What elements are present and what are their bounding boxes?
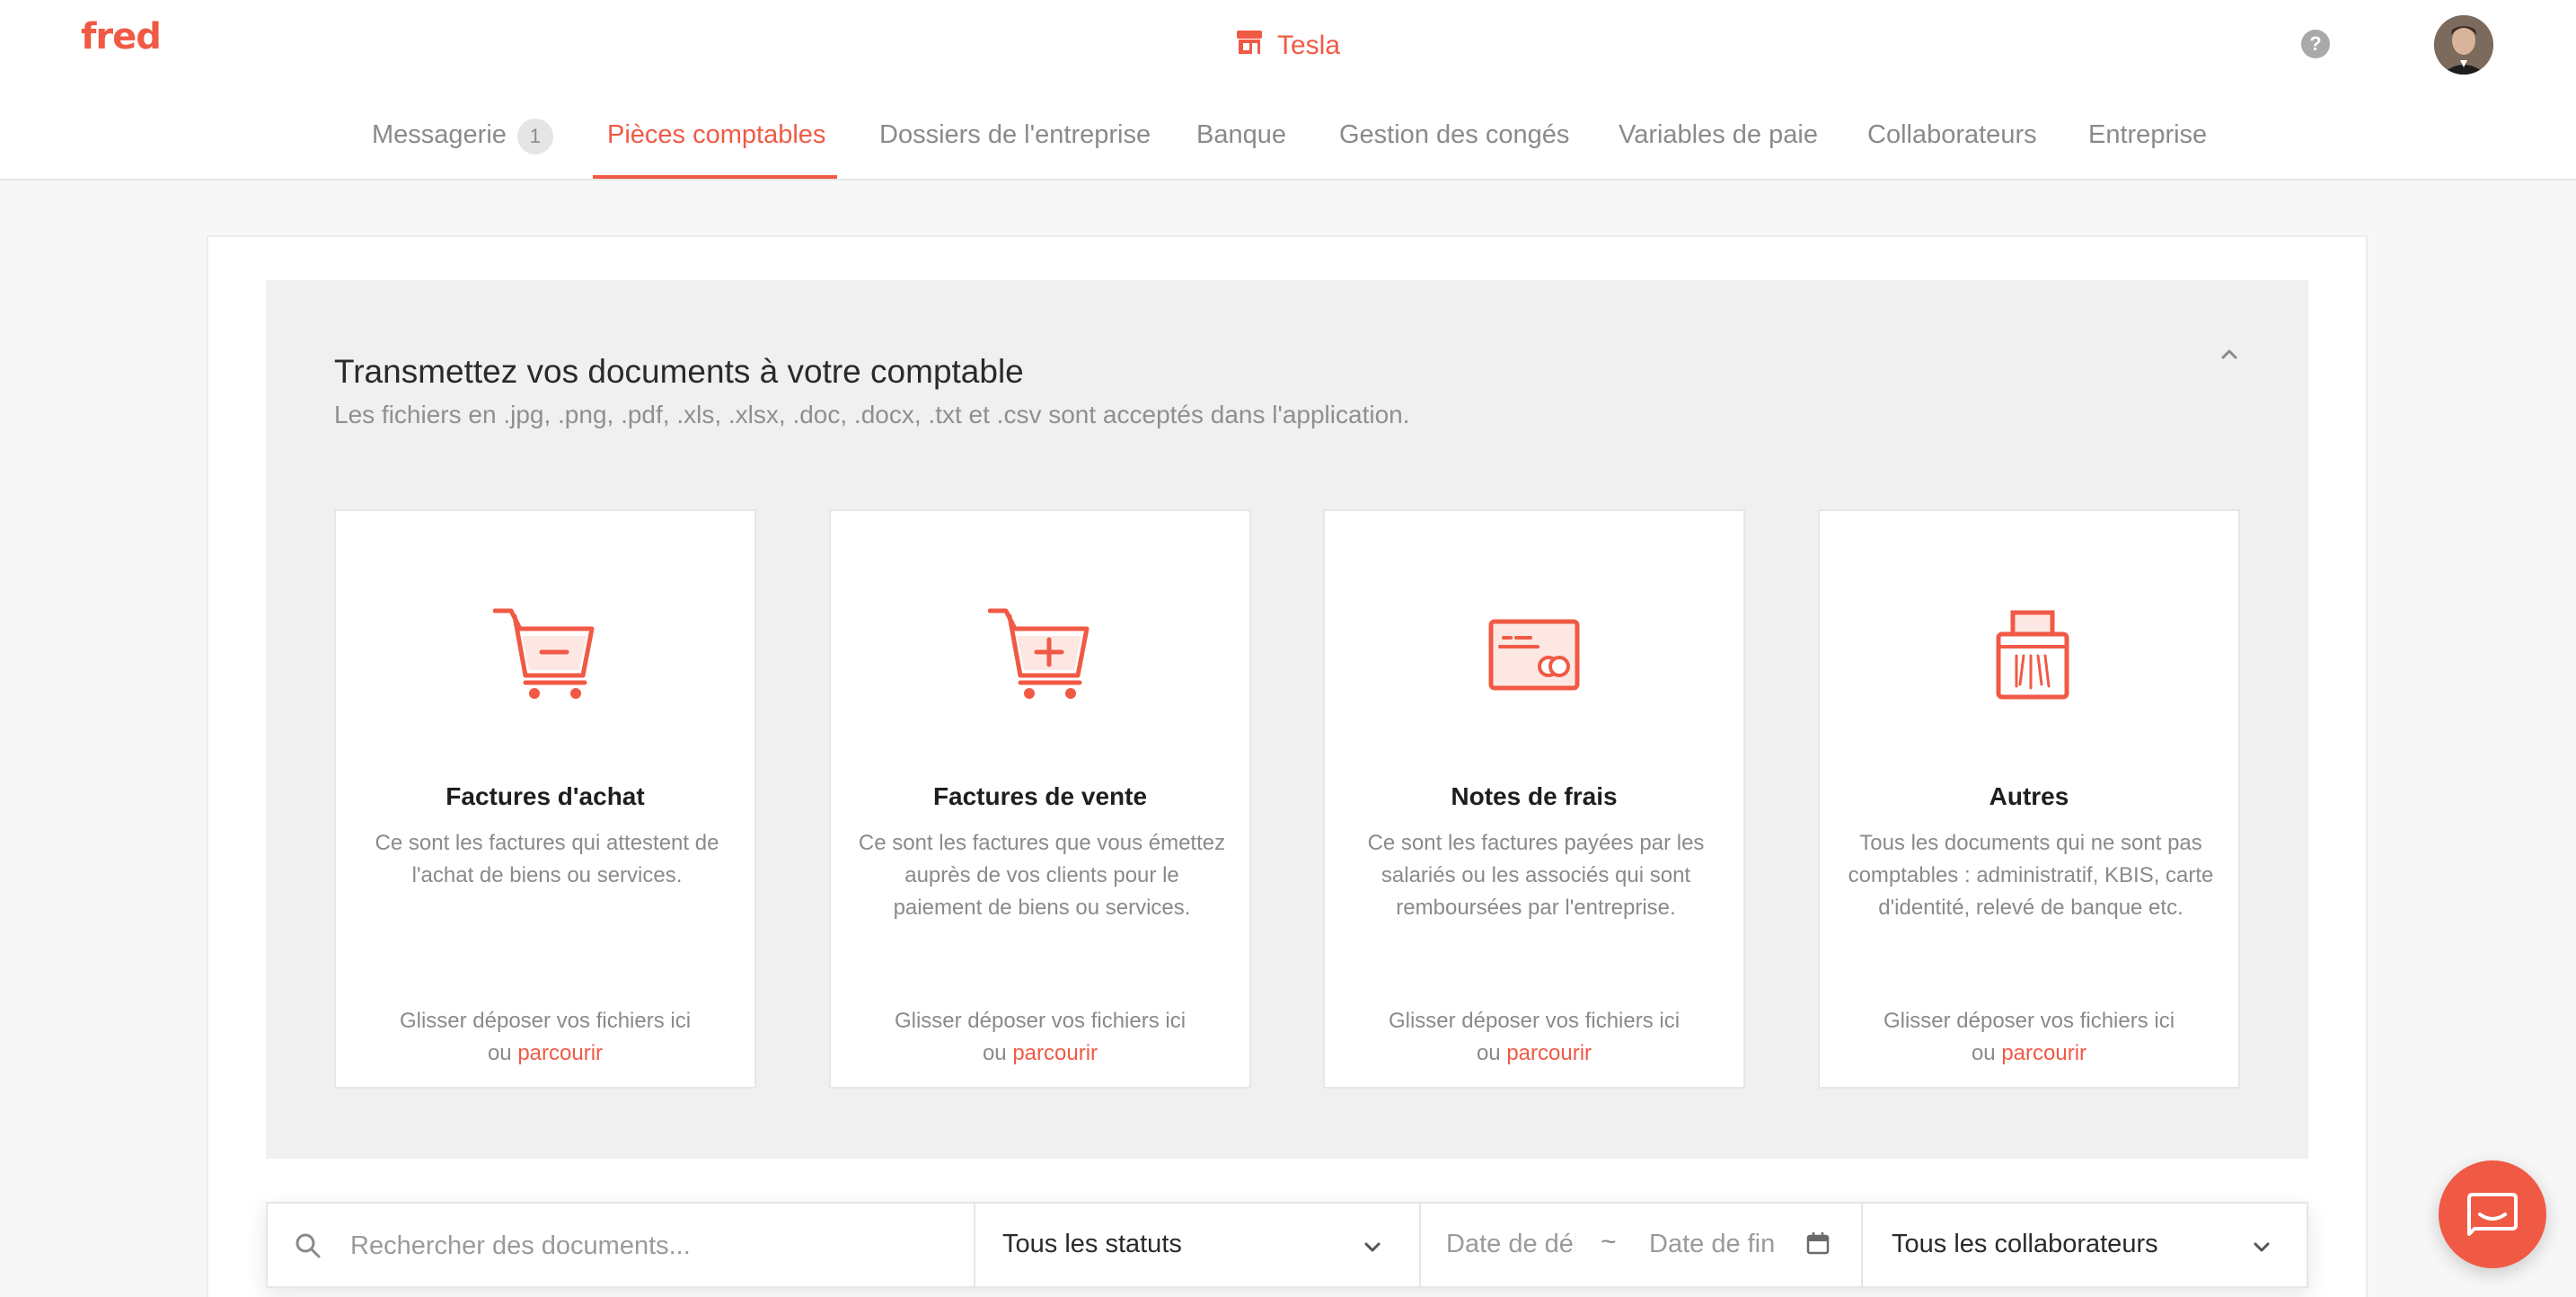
tab-label: Dossiers de l'entreprise <box>879 120 1151 149</box>
drop-hint: Glisser déposer vos fichiers ici ou parc… <box>831 1005 1249 1070</box>
browse-link[interactable]: parcourir <box>517 1041 603 1065</box>
chevron-down-icon[interactable] <box>1360 1234 1385 1259</box>
tab-label: Banque <box>1196 120 1286 149</box>
card-title: Factures de vente <box>932 782 1148 810</box>
card-title: Autres <box>1989 782 2069 810</box>
active-tab-indicator <box>593 175 837 179</box>
card-description: Tous les documents qui ne sont pas compt… <box>1848 831 2214 920</box>
divider <box>1861 1204 1863 1286</box>
divider <box>974 1204 975 1286</box>
card-title: Notes de frais <box>1451 782 1618 810</box>
card-description: Ce sont les factures que vous émettez au… <box>858 831 1226 920</box>
company-name: Tesla <box>1277 31 1341 60</box>
store-icon <box>1234 27 1265 65</box>
chat-launcher-button[interactable] <box>2439 1160 2546 1268</box>
tab-banque[interactable]: Banque <box>1196 108 1286 181</box>
credit-card-icon <box>1482 605 1590 704</box>
calendar-icon[interactable] <box>1805 1231 1831 1256</box>
tab-label: Pièces comptables <box>607 120 826 149</box>
tab-label: Entreprise <box>2088 120 2208 149</box>
tab-collaborateurs[interactable]: Collaborateurs <box>1867 108 2037 181</box>
browse-link[interactable]: parcourir <box>1506 1041 1592 1065</box>
tab-gestion-conges[interactable]: Gestion des congés <box>1339 108 1569 181</box>
drop-hint: Glisser déposer vos fichiers ici ou parc… <box>1820 1005 2238 1070</box>
browse-link[interactable]: parcourir <box>1012 1041 1098 1065</box>
tab-label: Gestion des congés <box>1339 120 1570 149</box>
tab-label: Messagerie <box>372 120 507 149</box>
company-selector[interactable]: Tesla <box>1234 27 1340 65</box>
upload-card-autres[interactable]: Autres Tous les documents qui ne sont pa… <box>1818 509 2240 1089</box>
card-description: Ce sont les factures payées par les sala… <box>1367 831 1705 920</box>
collaborators-select[interactable]: Tous les collaborateurs <box>1892 1230 2158 1259</box>
help-icon[interactable]: ? <box>2301 30 2330 58</box>
drop-text: Glisser déposer vos fichiers ici <box>1388 1009 1681 1033</box>
upload-card-factures-achat[interactable]: Factures d'achat Ce sont les factures qu… <box>334 509 756 1089</box>
top-header: fred Tesla ? Messagerie 1 Pièces comptab… <box>0 0 2576 181</box>
chat-icon <box>2467 1193 2518 1236</box>
chevron-down-icon[interactable] <box>2249 1234 2274 1259</box>
search-input[interactable] <box>350 1223 961 1268</box>
drop-text: Glisser déposer vos fichiers ici <box>1883 1009 2175 1033</box>
or-text: ou <box>982 1041 1007 1065</box>
or-text: ou <box>1971 1041 1996 1065</box>
or-text: ou <box>1476 1041 1501 1065</box>
card-title: Factures d'achat <box>446 782 645 810</box>
date-range-separator: ~ <box>1601 1227 1617 1257</box>
end-date-input[interactable]: Date de fin <box>1649 1230 1784 1259</box>
filter-bar: Tous les statuts Date de début ~ Date de… <box>266 1202 2308 1288</box>
tab-variables-paie[interactable]: Variables de paie <box>1619 108 1818 181</box>
tab-messagerie[interactable]: Messagerie 1 <box>372 108 553 181</box>
user-avatar[interactable] <box>2434 15 2493 75</box>
drop-hint: Glisser déposer vos fichiers ici ou parc… <box>1325 1005 1743 1070</box>
drop-text: Glisser déposer vos fichiers ici <box>894 1009 1187 1033</box>
upload-card-factures-vente[interactable]: Factures de vente Ce sont les factures q… <box>829 509 1251 1089</box>
tab-entreprise[interactable]: Entreprise <box>2088 108 2207 181</box>
card-description: Ce sont les factures qui attestent de l'… <box>375 831 719 887</box>
fred-logo[interactable]: fred <box>81 16 162 57</box>
divider <box>1419 1204 1421 1286</box>
cart-minus-icon <box>492 605 601 704</box>
browse-link[interactable]: parcourir <box>2001 1041 2086 1065</box>
start-date-input[interactable]: Date de début <box>1446 1230 1575 1259</box>
or-text: ou <box>487 1041 512 1065</box>
shredder-icon <box>1977 605 2085 704</box>
tab-dossiers-entreprise[interactable]: Dossiers de l'entreprise <box>879 108 1151 181</box>
unread-badge: 1 <box>516 119 553 154</box>
upload-subtitle: Les fichiers en .jpg, .png, .pdf, .xls, … <box>334 401 1410 428</box>
cart-plus-icon <box>987 605 1096 704</box>
upload-title: Transmettez vos documents à votre compta… <box>334 353 1024 390</box>
tab-label: Collaborateurs <box>1867 120 2037 149</box>
search-icon <box>295 1232 322 1259</box>
main-nav: Messagerie 1 Pièces comptables Dossiers … <box>0 108 2576 181</box>
drop-text: Glisser déposer vos fichiers ici <box>399 1009 692 1033</box>
tab-label: Variables de paie <box>1619 120 1818 149</box>
drop-hint: Glisser déposer vos fichiers ici ou parc… <box>336 1005 754 1070</box>
upload-card-notes-frais[interactable]: Notes de frais Ce sont les factures payé… <box>1323 509 1745 1089</box>
collapse-chevron-icon[interactable] <box>2217 341 2242 366</box>
tab-pieces-comptables[interactable]: Pièces comptables <box>607 108 825 181</box>
status-select[interactable]: Tous les statuts <box>1002 1230 1182 1259</box>
